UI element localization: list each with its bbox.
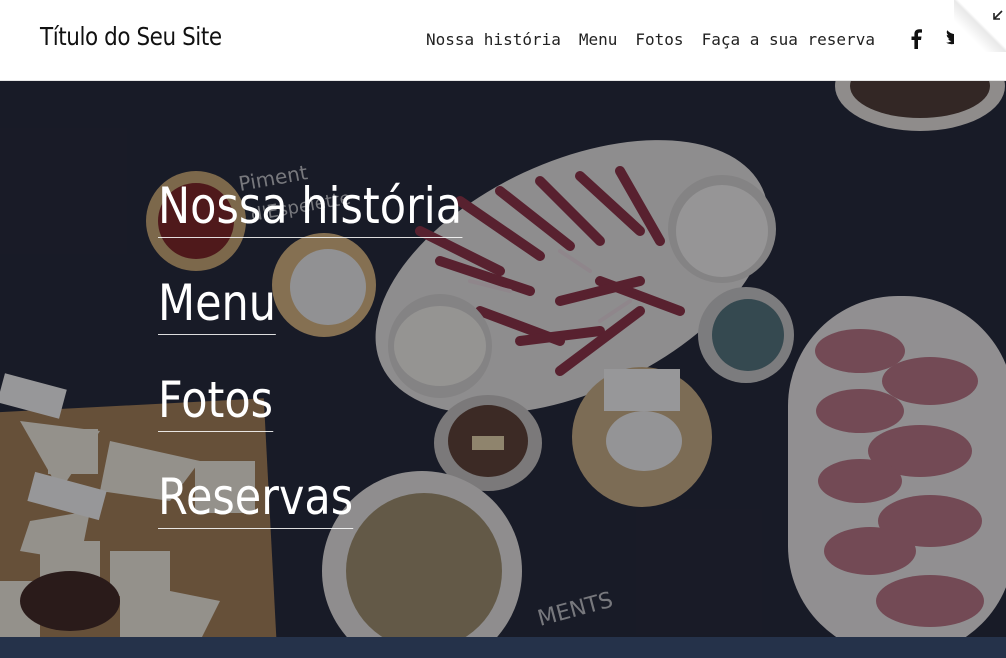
hero-menu: Nossa história Menu Fotos Reservas xyxy=(158,181,512,569)
hero-link-fotos[interactable]: Fotos xyxy=(158,375,274,432)
site-header: Título do Seu Site Nossa história Menu F… xyxy=(0,0,1006,81)
bottom-bar xyxy=(0,637,1006,658)
nav-link-reserva[interactable]: Faça a sua reserva xyxy=(702,30,875,49)
nav-link-menu[interactable]: Menu xyxy=(579,30,618,49)
hero-section: Piment d'Espelette MENTS Nossa história … xyxy=(0,81,1006,637)
nav-link-fotos[interactable]: Fotos xyxy=(635,30,683,49)
resize-arrow-icon[interactable] xyxy=(992,8,1004,26)
facebook-icon[interactable] xyxy=(910,29,922,49)
hero-link-reservas[interactable]: Reservas xyxy=(158,472,354,529)
main-nav: Nossa história Menu Fotos Faça a sua res… xyxy=(426,30,893,49)
site-title[interactable]: Título do Seu Site xyxy=(40,22,222,51)
nav-link-nossa-historia[interactable]: Nossa história xyxy=(426,30,561,49)
hero-link-nossa-historia[interactable]: Nossa história xyxy=(158,181,463,238)
hero-link-menu[interactable]: Menu xyxy=(158,278,277,335)
